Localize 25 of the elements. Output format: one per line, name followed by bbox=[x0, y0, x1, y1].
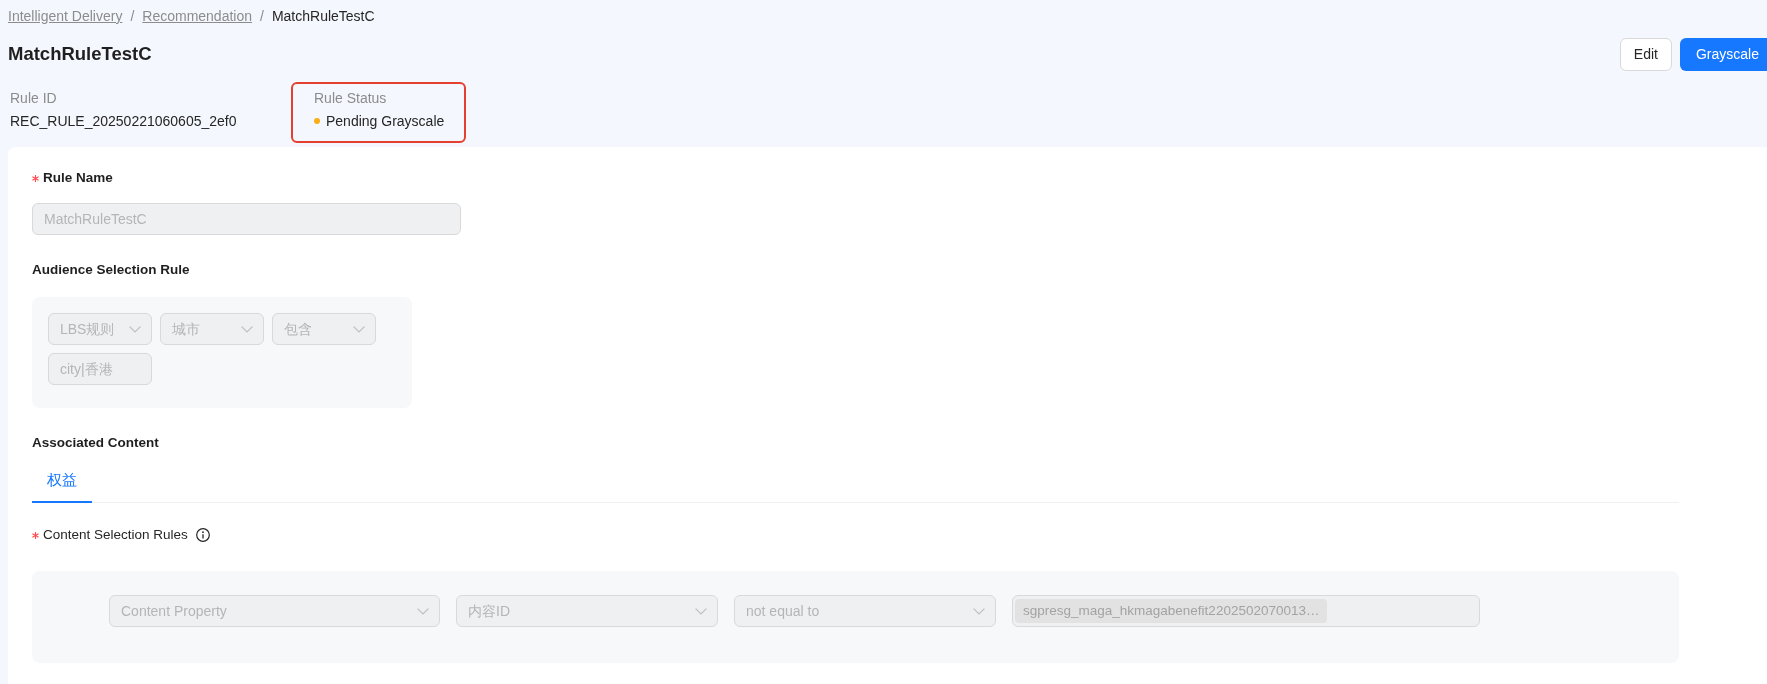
chevron-down-icon bbox=[695, 607, 707, 615]
breadcrumb-link[interactable]: Recommendation bbox=[142, 5, 252, 27]
chevron-down-icon bbox=[417, 607, 429, 615]
edit-button[interactable]: Edit bbox=[1619, 37, 1672, 71]
detail-value: REC_RULE_20250221060605_2ef0 bbox=[10, 112, 238, 131]
breadcrumb-separator: / bbox=[130, 6, 135, 26]
detail-label: Rule ID bbox=[10, 89, 58, 108]
detail-label: Rule Status bbox=[314, 89, 388, 108]
info-icon bbox=[195, 528, 210, 542]
breadcrumb-separator: / bbox=[260, 6, 264, 26]
field-label: Rule Name bbox=[43, 169, 113, 187]
status-value: Pending Grayscale bbox=[326, 112, 445, 131]
chevron-down-icon bbox=[241, 325, 253, 333]
tab[interactable]: 权益 bbox=[32, 460, 92, 503]
breadcrumb-current: MatchRuleTestC bbox=[271, 6, 375, 26]
chevron-down-icon bbox=[973, 607, 985, 615]
field-label: Audience Selection Rule bbox=[32, 261, 190, 279]
breadcrumb-link[interactable]: Intelligent Delivery bbox=[8, 5, 123, 27]
field-label: Content Selection Rules bbox=[43, 526, 188, 544]
chevron-down-icon bbox=[129, 325, 141, 333]
grayscale-button[interactable]: Grayscale bbox=[1679, 37, 1767, 71]
value-tag: sgpresg_maga_hkmagabenefit2202502070013… bbox=[1015, 599, 1328, 623]
section-title: Associated Content bbox=[32, 434, 159, 452]
page-title: MatchRuleTestC bbox=[8, 42, 152, 67]
chevron-down-icon bbox=[353, 325, 365, 333]
